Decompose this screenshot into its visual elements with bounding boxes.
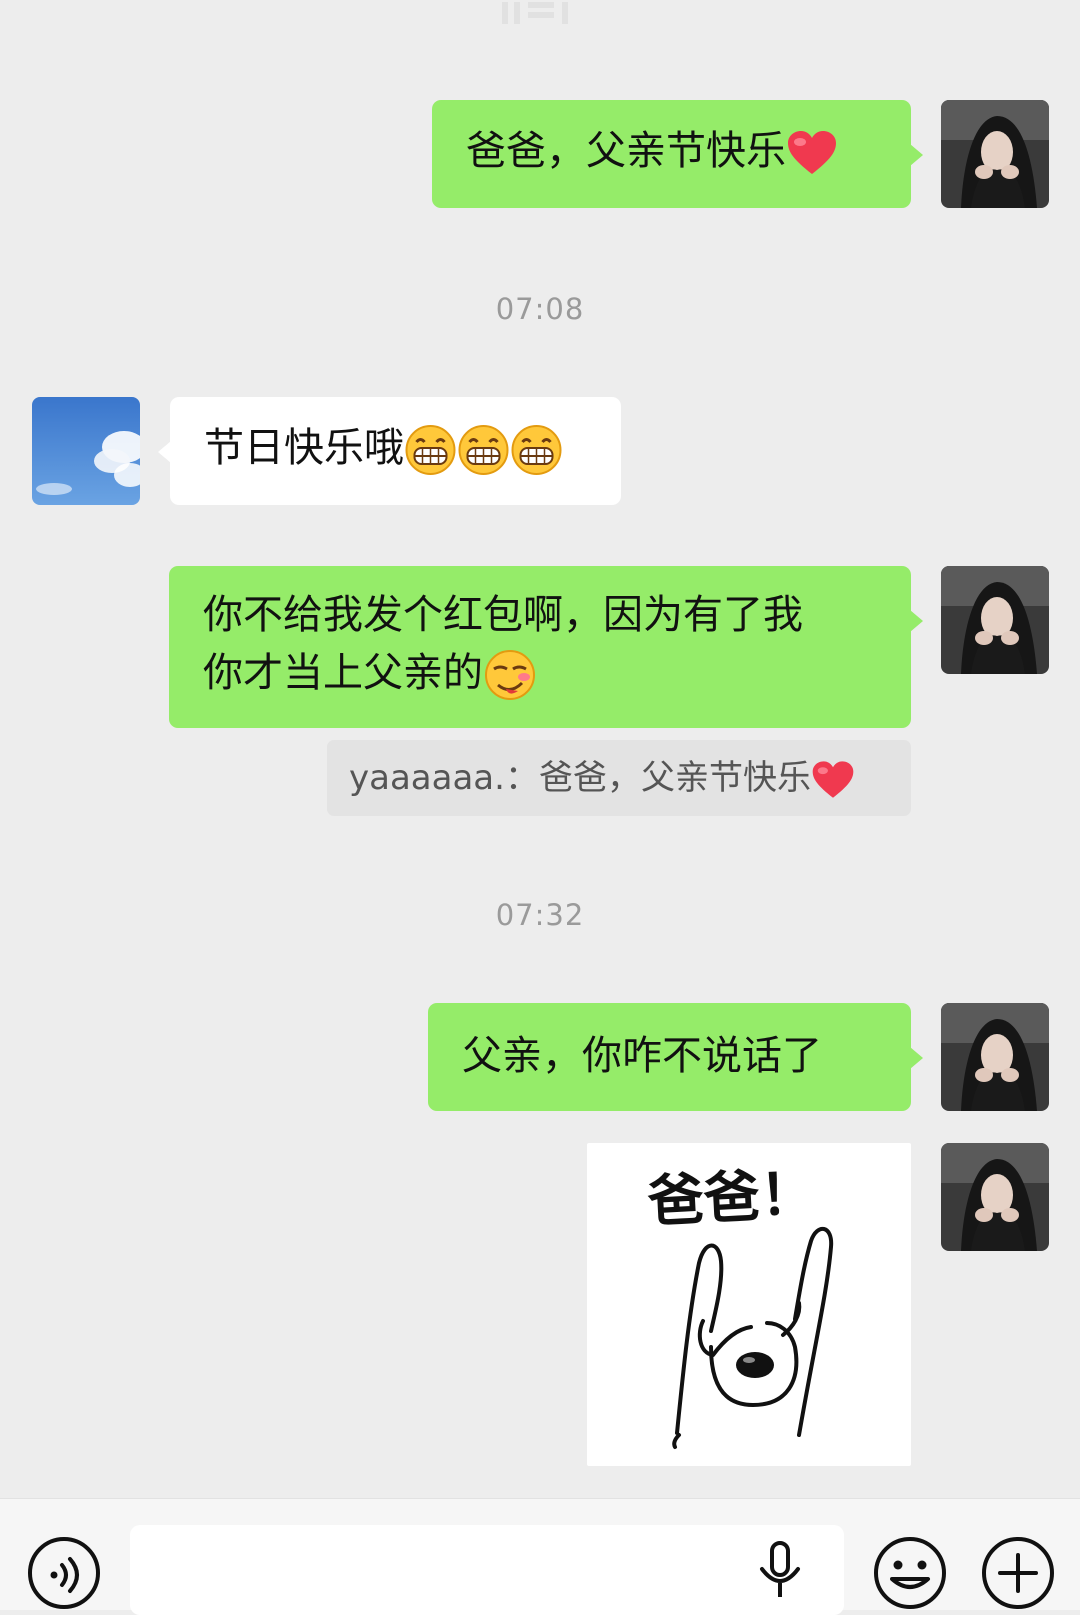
contact-avatar[interactable] bbox=[32, 397, 140, 505]
plus-icon[interactable] bbox=[980, 1535, 1056, 1611]
message-text: 爸爸，父亲节快乐 bbox=[466, 128, 786, 174]
grin-emoji bbox=[511, 425, 562, 475]
puppy-sticker[interactable]: 爸爸！ bbox=[587, 1143, 911, 1466]
message-input[interactable] bbox=[130, 1525, 844, 1615]
smirk-emoji bbox=[485, 650, 535, 700]
my-avatar[interactable] bbox=[941, 566, 1049, 674]
message-text: 父亲，你咋不说话了 bbox=[462, 1033, 822, 1079]
my-avatar[interactable] bbox=[941, 100, 1049, 208]
message-text-line-2: 你才当上父亲的 bbox=[203, 650, 483, 696]
microphone-icon[interactable] bbox=[758, 1541, 802, 1601]
quote-sender: yaaaaaa. bbox=[349, 758, 505, 798]
my-avatar[interactable] bbox=[941, 1003, 1049, 1111]
grin-emoji bbox=[458, 425, 509, 475]
timestamp: 07:32 bbox=[495, 898, 585, 932]
sent-message-bubble[interactable]: 你不给我发个红包啊，因为有了我 你才当上父亲的 bbox=[169, 566, 923, 728]
sent-message-bubble[interactable]: 爸爸，父亲节快乐 bbox=[432, 100, 923, 208]
quote-text: 爸爸，父亲节快乐 bbox=[538, 758, 811, 798]
timestamp: 07:08 bbox=[495, 292, 585, 326]
message-text-line-1: 你不给我发个红包啊，因为有了我 bbox=[203, 592, 803, 638]
voice-mode-icon[interactable] bbox=[26, 1535, 102, 1611]
heart-emoji bbox=[812, 760, 854, 798]
top-decoration bbox=[502, 2, 568, 24]
quote-separator: ： bbox=[504, 758, 539, 798]
puppy-raising-arms-icon: 爸爸！ bbox=[645, 1161, 834, 1449]
heart-emoji bbox=[788, 131, 836, 174]
sent-message-bubble[interactable]: 父亲，你咋不说话了 bbox=[428, 1003, 923, 1111]
chat-area: 爸爸，父亲节快乐 07:08 节日快乐哦 你不给我发个红包啊，因为有了我 你才当… bbox=[0, 0, 1080, 1498]
message-text: 节日快乐哦 bbox=[204, 425, 404, 471]
grin-emoji bbox=[405, 425, 456, 475]
quoted-message[interactable]: yaaaaaa.：爸爸，父亲节快乐 bbox=[327, 740, 911, 816]
sticker-caption: 爸爸！ bbox=[645, 1161, 817, 1233]
received-message-bubble[interactable]: 节日快乐哦 bbox=[158, 397, 621, 505]
my-avatar[interactable] bbox=[941, 1143, 1049, 1251]
input-bar bbox=[0, 1498, 1080, 1615]
grin-emoji-group bbox=[404, 425, 563, 475]
smiley-icon[interactable] bbox=[872, 1535, 948, 1611]
